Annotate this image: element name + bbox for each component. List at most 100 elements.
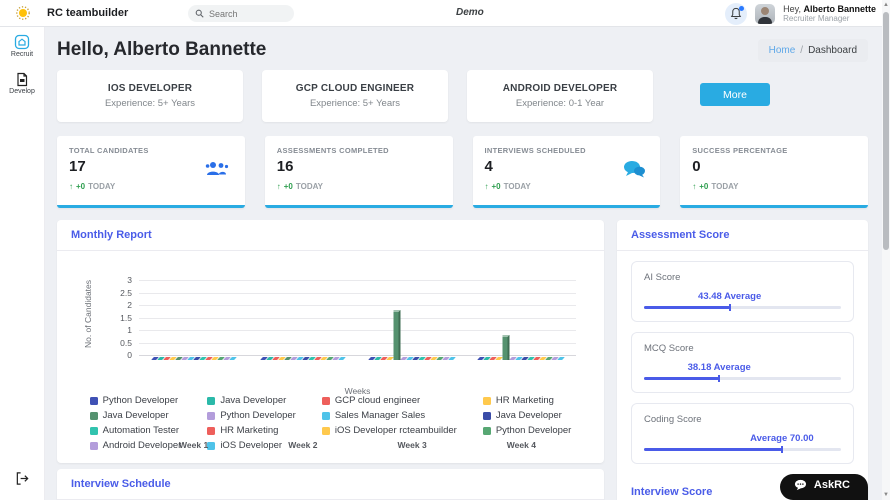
chat-bubble-icon bbox=[794, 479, 806, 491]
scrollbar-thumb[interactable] bbox=[883, 12, 889, 250]
stat-delta: +0 bbox=[76, 182, 86, 191]
job-card-ios-developer[interactable]: IOS DEVELOPER Experience: 5+ Years bbox=[57, 70, 243, 122]
job-card-android-developer[interactable]: ANDROID DEVELOPER Experience: 0-1 Year bbox=[467, 70, 653, 122]
vertical-scrollbar[interactable]: ▲ ▼ bbox=[882, 0, 890, 500]
stat-card-assessments-completed[interactable]: ASSESSMENTS COMPLETED 16 ↑ +0 TODAY bbox=[264, 136, 453, 208]
user-greeting[interactable]: Hey, Alberto Bannette Recruiter Manager bbox=[783, 4, 876, 24]
stat-label: SUCCESS PERCENTAGE bbox=[692, 146, 788, 155]
stat-period: TODAY bbox=[88, 182, 116, 191]
breadcrumb: Home / Dashboard bbox=[757, 38, 868, 62]
search-input[interactable] bbox=[209, 8, 279, 19]
stat-card-interviews-scheduled[interactable]: INTERVIEWS SCHEDULED 4 ↑ +0 TODAY bbox=[472, 136, 661, 208]
home-icon bbox=[14, 34, 30, 50]
stat-delta: +0 bbox=[283, 182, 293, 191]
stat-label: TOTAL CANDIDATES bbox=[69, 146, 149, 155]
legend-item: Java Developer bbox=[482, 410, 572, 421]
job-cards-row: IOS DEVELOPER Experience: 5+ Years GCP C… bbox=[57, 70, 868, 122]
job-experience: Experience: 5+ Years bbox=[309, 98, 401, 109]
stat-value: 0 bbox=[692, 158, 701, 175]
more-button[interactable]: More bbox=[700, 83, 770, 106]
legend-item: GCP cloud engineer bbox=[321, 395, 457, 406]
stat-card-success-percentage[interactable]: SUCCESS PERCENTAGE 0 ↑ +0 TODAY bbox=[680, 136, 868, 208]
legend-item: Java Developer bbox=[207, 395, 296, 406]
legend-item: Python Developer bbox=[89, 395, 182, 406]
notifications-button[interactable] bbox=[725, 2, 748, 25]
monthly-report-chart: No. of Candidates 0 0.5 1 1.5 2 2.5 3 Week 1 Wee… bbox=[57, 251, 604, 463]
environment-label: Demo bbox=[456, 7, 484, 18]
up-arrow-icon: ↑ bbox=[692, 182, 697, 191]
legend-item: Java Developer bbox=[89, 410, 182, 421]
askrc-label: AskRC bbox=[813, 479, 850, 491]
legend-item: Sales Manager Sales bbox=[321, 410, 457, 421]
chart-bar bbox=[557, 357, 566, 360]
job-card-gcp-cloud-engineer[interactable]: GCP CLOUD ENGINEER Experience: 5+ Years bbox=[262, 70, 448, 122]
up-arrow-icon: ↑ bbox=[69, 182, 73, 191]
main-content: Hello, Alberto Bannette Home / Dashboard… bbox=[45, 27, 880, 500]
sidebar: Recruit Develop bbox=[0, 27, 45, 500]
legend-item: HR Marketing bbox=[207, 425, 296, 436]
score-progressbar bbox=[644, 375, 841, 382]
chart-bar bbox=[393, 310, 401, 360]
notification-dot bbox=[739, 5, 745, 11]
legend-item: iOS Developer rcteambuilder bbox=[321, 425, 457, 436]
app-name: RC teambuilder bbox=[47, 7, 129, 19]
legend-item: Python Developer bbox=[482, 425, 571, 436]
legend-item: Automation Tester bbox=[89, 425, 182, 436]
greeting-prefix: Hey, bbox=[783, 3, 804, 14]
user-avatar[interactable] bbox=[755, 3, 776, 24]
sidebar-item-develop[interactable]: Develop bbox=[9, 72, 35, 95]
scrollbar-down-arrow[interactable]: ▼ bbox=[882, 490, 890, 500]
people-icon bbox=[205, 162, 228, 175]
sidebar-item-recruit[interactable]: Recruit bbox=[11, 34, 33, 58]
stat-label: INTERVIEWS SCHEDULED bbox=[484, 146, 586, 155]
stat-cards-row: TOTAL CANDIDATES 17 ↑ +0 TODAY ASSESSMENTS… bbox=[57, 136, 868, 208]
chart-bar bbox=[502, 335, 510, 360]
score-progressbar bbox=[644, 304, 841, 311]
chart-bar bbox=[338, 357, 346, 360]
scores-card: Assessment Score AI Score 43.48 Average … bbox=[617, 220, 868, 500]
job-experience: Experience: 5+ Years bbox=[104, 98, 196, 109]
up-arrow-icon: ↑ bbox=[484, 182, 489, 191]
breadcrumb-current: Dashboard bbox=[808, 44, 857, 56]
search-box[interactable] bbox=[188, 5, 294, 22]
logout-icon bbox=[16, 472, 29, 485]
score-progressbar bbox=[644, 446, 841, 453]
topbar: RC teambuilder Demo Hey, Alberto Bannett… bbox=[0, 0, 890, 27]
interview-schedule-card: Interview Schedule bbox=[57, 469, 604, 500]
score-label: MCQ Score bbox=[644, 343, 694, 354]
legend-item: HR Marketing bbox=[482, 395, 572, 406]
interview-schedule-title: Interview Schedule bbox=[57, 469, 604, 500]
monthly-report-title: Monthly Report bbox=[57, 220, 604, 251]
search-icon bbox=[195, 9, 204, 18]
job-title: IOS DEVELOPER bbox=[107, 83, 193, 94]
assessment-score-title: Assessment Score bbox=[617, 220, 868, 251]
stat-period: TODAY bbox=[295, 182, 323, 191]
user-role: Recruiter Manager bbox=[783, 14, 850, 24]
job-experience: Experience: 0-1 Year bbox=[515, 98, 605, 109]
score-average-text: Average 70.00 bbox=[750, 433, 814, 444]
stat-card-total-candidates[interactable]: TOTAL CANDIDATES 17 ↑ +0 TODAY bbox=[57, 136, 245, 208]
score-label: AI Score bbox=[644, 272, 681, 283]
app-logo[interactable] bbox=[0, 5, 45, 21]
sun-logo-icon bbox=[15, 6, 30, 20]
chart-bar bbox=[228, 357, 237, 360]
stat-delta: +0 bbox=[699, 182, 709, 191]
scrollbar-up-arrow[interactable]: ▲ bbox=[882, 0, 890, 10]
logout-button[interactable] bbox=[0, 471, 45, 486]
user-name: Alberto Bannette bbox=[803, 3, 876, 14]
page-title: Hello, Alberto Bannette bbox=[57, 39, 267, 60]
score-label: Coding Score bbox=[644, 414, 702, 425]
askrc-chat-button[interactable]: AskRC bbox=[779, 474, 868, 500]
legend-item: Python Developer bbox=[207, 410, 296, 421]
sidebar-item-label: Develop bbox=[9, 88, 35, 95]
stat-period: TODAY bbox=[711, 182, 739, 191]
chart-plot: 0 0.5 1 1.5 2 2.5 3 Week 1 Week 2 Week 3 Week 4 bbox=[120, 275, 576, 450]
sidebar-item-label: Recruit bbox=[10, 51, 34, 58]
breadcrumb-home-link[interactable]: Home bbox=[769, 45, 796, 56]
score-average-text: 43.48 Average bbox=[698, 291, 762, 302]
score-coding: Coding Score Average 70.00 bbox=[631, 403, 854, 464]
breadcrumb-separator: / bbox=[800, 44, 804, 56]
chart-bar bbox=[448, 357, 456, 360]
score-ai: AI Score 43.48 Average bbox=[631, 261, 854, 322]
score-average-text: 38.18 Average bbox=[687, 362, 751, 373]
